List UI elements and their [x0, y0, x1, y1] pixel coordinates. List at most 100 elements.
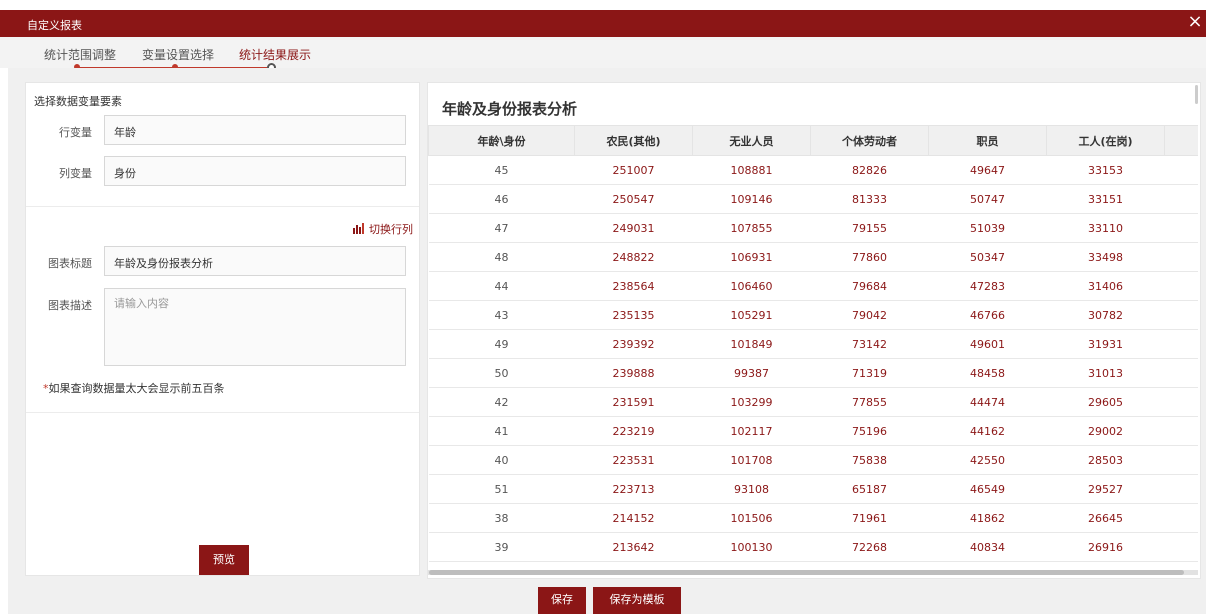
age-cell: 50: [428, 358, 575, 388]
count-cell: 108881: [692, 155, 811, 185]
count-cell: 164: [1164, 242, 1198, 272]
table-row: 46250547109146813335074733151172: [428, 184, 1198, 214]
count-cell: 251007: [574, 155, 693, 185]
chart-desc-textarea[interactable]: 请输入内容: [104, 288, 406, 366]
count-cell: 105291: [692, 300, 811, 330]
age-cell: 40: [428, 445, 575, 475]
count-cell: 223713: [574, 474, 693, 504]
table-row: 5122371393108651874654929527133: [428, 474, 1198, 504]
count-cell: 100130: [692, 532, 811, 562]
age-cell: 47: [428, 213, 575, 243]
chart-icon: [353, 223, 364, 234]
count-cell: 179: [1164, 445, 1198, 475]
count-cell: 82826: [810, 155, 929, 185]
age-cell: 45: [428, 155, 575, 185]
count-cell: 26645: [1046, 503, 1165, 533]
count-cell: 40834: [928, 532, 1047, 562]
table-row: 45251007108881828264964733153177: [428, 155, 1198, 185]
section-title: 选择数据变量要素: [34, 95, 122, 108]
count-cell: 238564: [574, 271, 693, 301]
count-cell: 49601: [928, 329, 1047, 359]
report-panel: 年龄及身份报表分析 年龄\身份农民(其他)无业人员个体劳动者职员工人(在岗)农民…: [427, 82, 1201, 579]
count-cell: 29527: [1046, 474, 1165, 504]
count-cell: 44162: [928, 416, 1047, 446]
count-cell: 73142: [810, 329, 929, 359]
count-cell: 28503: [1046, 445, 1165, 475]
age-cell: 46: [428, 184, 575, 214]
row-var-label: 行变量: [59, 126, 92, 139]
divider: [26, 412, 419, 413]
count-cell: 99387: [692, 358, 811, 388]
age-cell: 38: [428, 503, 575, 533]
table-row: 47249031107855791555103933110172: [428, 213, 1198, 243]
count-cell: 71961: [810, 503, 929, 533]
report-table-container: 年龄\身份农民(其他)无业人员个体劳动者职员工人(在岗)农民( 45251007…: [428, 125, 1198, 569]
count-cell: 41862: [928, 503, 1047, 533]
count-cell: 79155: [810, 213, 929, 243]
count-cell: 239392: [574, 329, 693, 359]
note-text: 如果查询数据量太大会显示前五百条: [48, 382, 225, 395]
count-cell: 72268: [810, 532, 929, 562]
column-header: 无业人员: [692, 125, 811, 156]
count-cell: 29002: [1046, 416, 1165, 446]
count-cell: 106460: [692, 271, 811, 301]
vertical-scrollbar[interactable]: [1195, 85, 1198, 104]
count-cell: 107855: [692, 213, 811, 243]
save-button[interactable]: 保存: [538, 587, 586, 614]
count-cell: 172: [1164, 184, 1198, 214]
count-cell: 79042: [810, 300, 929, 330]
step-variables[interactable]: 变量设置选择: [142, 46, 214, 63]
count-cell: 48458: [928, 358, 1047, 388]
switch-label: 切换行列: [369, 223, 413, 236]
col-var-label: 列变量: [59, 167, 92, 180]
table-row: 42231591103299778554447429605180: [428, 387, 1198, 417]
count-cell: 44474: [928, 387, 1047, 417]
count-cell: 33151: [1046, 184, 1165, 214]
count-cell: 77860: [810, 242, 929, 272]
table-row: 38214152101506719614186226645186: [428, 503, 1198, 533]
count-cell: 33498: [1046, 242, 1165, 272]
count-cell: 239888: [574, 358, 693, 388]
count-cell: 214152: [574, 503, 693, 533]
column-header: 工人(在岗): [1046, 125, 1165, 156]
count-cell: 106931: [692, 242, 811, 272]
age-cell: 41: [428, 416, 575, 446]
step-results[interactable]: 统计结果展示: [239, 46, 311, 63]
count-cell: 50347: [928, 242, 1047, 272]
save-as-template-button[interactable]: 保存为模板: [593, 587, 681, 614]
preview-button[interactable]: 预览: [199, 545, 249, 575]
horizontal-scrollbar[interactable]: [428, 570, 1198, 575]
count-cell: 65187: [810, 474, 929, 504]
count-cell: 33110: [1046, 213, 1165, 243]
data-limit-note: *如果查询数据量太大会显示前五百条: [43, 380, 225, 396]
count-cell: 177: [1164, 155, 1198, 185]
count-cell: 177: [1164, 271, 1198, 301]
chart-title-field[interactable]: 年龄及身份报表分析: [104, 246, 406, 276]
count-cell: 250547: [574, 184, 693, 214]
count-cell: 31931: [1046, 329, 1165, 359]
column-header: 年龄\身份: [428, 125, 575, 156]
count-cell: 31013: [1046, 358, 1165, 388]
row-var-field[interactable]: 年龄: [104, 115, 406, 145]
count-cell: 223219: [574, 416, 693, 446]
content-area: 选择数据变量要素 行变量 年龄 列变量 身份 切换行列 图表标题 年龄及身份报表…: [8, 68, 1206, 614]
count-cell: 26916: [1046, 532, 1165, 562]
count-cell: 75196: [810, 416, 929, 446]
count-cell: 77855: [810, 387, 929, 417]
age-cell: 44: [428, 271, 575, 301]
col-var-field[interactable]: 身份: [104, 156, 406, 186]
count-cell: 249031: [574, 213, 693, 243]
count-cell: 29605: [1046, 387, 1165, 417]
count-cell: 71319: [810, 358, 929, 388]
close-icon[interactable]: ×: [1186, 12, 1204, 32]
switch-row-col-button[interactable]: 切换行列: [353, 221, 413, 237]
scrollbar-thumb[interactable]: [429, 570, 1184, 575]
step-scope[interactable]: 统计范围调整: [44, 46, 116, 63]
table-row: 39213642100130722684083426916182: [428, 532, 1198, 562]
count-cell: 102117: [692, 416, 811, 446]
count-cell: 30782: [1046, 300, 1165, 330]
column-header: 职员: [928, 125, 1047, 156]
count-cell: 46766: [928, 300, 1047, 330]
count-cell: 152: [1164, 329, 1198, 359]
count-cell: 109146: [692, 184, 811, 214]
